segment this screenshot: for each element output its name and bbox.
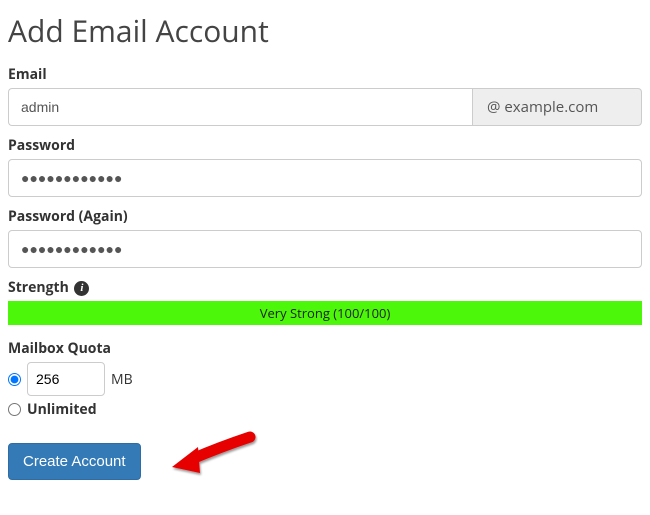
quota-label: Mailbox Quota: [8, 339, 642, 358]
info-icon[interactable]: i: [74, 281, 89, 296]
page-title: Add Email Account: [8, 10, 642, 51]
email-label: Email: [8, 65, 642, 84]
quota-limited-radio[interactable]: [8, 373, 21, 386]
email-input[interactable]: [8, 88, 472, 126]
strength-meter: Very Strong (100/100): [8, 301, 642, 325]
strength-label-text: Strength: [8, 278, 69, 297]
strength-label: Strength i: [8, 278, 642, 297]
annotation-arrow-icon: [168, 431, 258, 481]
quota-unlimited-radio[interactable]: [8, 403, 21, 416]
password-again-label: Password (Again): [8, 207, 642, 226]
quota-unit: MB: [111, 370, 133, 389]
password-label: Password: [8, 136, 642, 155]
password-input[interactable]: [8, 159, 642, 197]
quota-value-input[interactable]: [27, 362, 105, 396]
password-again-input[interactable]: [8, 230, 642, 268]
email-domain-addon: @ example.com: [472, 88, 642, 126]
create-account-button[interactable]: Create Account: [8, 443, 141, 480]
quota-unlimited-label: Unlimited: [27, 400, 97, 419]
